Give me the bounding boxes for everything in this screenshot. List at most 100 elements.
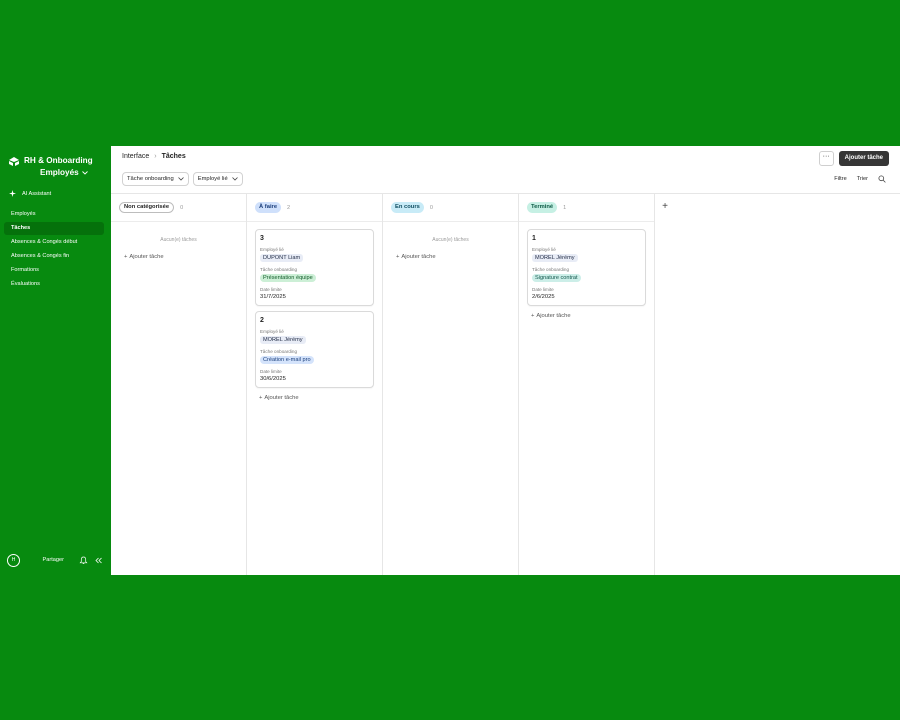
empty-state: Aucun(e) tâches	[160, 237, 197, 243]
due-date: 2/6/2025	[532, 294, 555, 300]
breadcrumb-separator-icon: ›	[154, 153, 157, 160]
app-window: RH & Onboarding Employés AI Assistant Em…	[0, 146, 900, 575]
view-actions: Filtre Trier	[834, 175, 886, 183]
add-column-button[interactable]: +	[655, 194, 675, 575]
breadcrumb: Interface › Tâches	[122, 153, 186, 160]
filter-button[interactable]: Filtre	[834, 176, 846, 182]
column-done: Terminé 1 1 Employé lié MOREL Jérémy Tâc…	[519, 194, 655, 575]
sidebar-item-absences-debut[interactable]: Absences & Congés début	[4, 236, 104, 249]
task-card[interactable]: 3 Employé lié DUPONT Liam Tâche onboardi…	[255, 229, 374, 306]
ai-assistant-label: AI Assistant	[22, 190, 52, 197]
plus-icon: +	[124, 254, 128, 260]
plus-icon: +	[396, 254, 400, 260]
card-list: 1 Employé lié MOREL Jérémy Tâche onboard…	[519, 222, 654, 319]
status-badge: En cours	[391, 202, 424, 213]
field-label: Date limite	[260, 369, 282, 374]
table-selector[interactable]: Employés	[24, 167, 93, 179]
status-badge: À faire	[255, 202, 282, 213]
chevron-down-icon	[231, 177, 238, 181]
page-title: Tâches	[161, 153, 186, 160]
sidebar-footer: H Partager	[7, 553, 103, 567]
column-count: 0	[180, 204, 184, 211]
task-card[interactable]: 1 Employé lié MOREL Jérémy Tâche onboard…	[527, 229, 646, 306]
add-task-link[interactable]: + Ajouter tâche	[383, 254, 518, 260]
main-content: Interface › Tâches ··· Ajouter tâche Tâc…	[111, 146, 900, 575]
sidebar-nav: Employés Tâches Absences & Congés début …	[4, 208, 104, 292]
plus-icon: +	[259, 395, 263, 401]
field-label: Tâche onboarding	[260, 349, 298, 354]
column-header: Non catégorisée 0	[111, 194, 246, 222]
add-task-label: Ajouter tâche	[264, 395, 299, 401]
filter-task-onboarding[interactable]: Tâche onboarding	[122, 172, 189, 186]
status-badge: Terminé	[527, 202, 558, 213]
employee-chip: MOREL Jérémy	[532, 254, 578, 262]
field-label: Employé lié	[260, 329, 284, 334]
sidebar-item-absences-fin[interactable]: Absences & Congés fin	[4, 250, 104, 263]
table-name: Employés	[40, 168, 79, 177]
bell-icon[interactable]	[79, 556, 88, 565]
add-task-button[interactable]: Ajouter tâche	[838, 151, 889, 166]
filter-label: Employé lié	[197, 176, 228, 182]
column-todo: À faire 2 3 Employé lié DUPONT Liam Tâch…	[247, 194, 383, 575]
chevron-down-icon	[81, 171, 88, 175]
breadcrumb-root[interactable]: Interface	[122, 153, 149, 160]
card-list: 3 Employé lié DUPONT Liam Tâche onboardi…	[247, 222, 382, 401]
employee-chip: DUPONT Liam	[260, 254, 304, 262]
collapse-icon[interactable]	[94, 556, 103, 565]
add-task-label: Ajouter tâche	[536, 313, 571, 319]
column-header: À faire 2	[247, 194, 382, 222]
sidebar: RH & Onboarding Employés AI Assistant Em…	[0, 146, 111, 575]
add-task-link[interactable]: + Ajouter tâche	[527, 313, 646, 319]
add-task-label: Ajouter tâche	[401, 254, 436, 260]
task-chip: Signature contrat	[532, 274, 581, 282]
column-header: En cours 0	[383, 194, 518, 222]
empty-state: Aucun(e) tâches	[432, 237, 469, 243]
logo-icon	[9, 157, 19, 166]
kanban-board: Non catégorisée 0 Aucun(e) tâches + Ajou…	[111, 193, 900, 575]
field-label: Date limite	[260, 287, 282, 292]
due-date: 30/6/2025	[260, 376, 286, 382]
card-title: 3	[260, 235, 264, 242]
field-label: Employé lié	[532, 247, 556, 252]
more-options-button[interactable]: ···	[818, 151, 834, 166]
ai-assistant-button[interactable]: AI Assistant	[9, 190, 51, 197]
task-card[interactable]: 2 Employé lié MOREL Jérémy Tâche onboard…	[255, 311, 374, 388]
card-title: 2	[260, 317, 264, 324]
chevron-down-icon	[177, 177, 184, 181]
column-header: Terminé 1	[519, 194, 654, 222]
add-task-label: Ajouter tâche	[129, 254, 164, 260]
share-button[interactable]: Partager	[43, 557, 64, 563]
sidebar-item-formations[interactable]: Formations	[4, 264, 104, 277]
column-uncategorized: Non catégorisée 0 Aucun(e) tâches + Ajou…	[111, 194, 247, 575]
plus-icon: +	[531, 313, 535, 319]
task-chip: Présentation équipe	[260, 274, 316, 282]
column-count: 1	[563, 204, 567, 211]
search-icon[interactable]	[878, 175, 886, 183]
task-chip: Création e-mail pro	[260, 356, 314, 364]
filter-employee[interactable]: Employé lié	[192, 172, 243, 186]
sidebar-item-employes[interactable]: Employés	[4, 208, 104, 221]
sort-button[interactable]: Trier	[857, 176, 868, 182]
field-label: Employé lié	[260, 247, 284, 252]
add-task-link[interactable]: + Ajouter tâche	[255, 395, 374, 401]
field-label: Tâche onboarding	[260, 267, 298, 272]
base-header[interactable]: RH & Onboarding Employés	[8, 155, 93, 179]
status-badge: Non catégorisée	[119, 202, 175, 213]
sidebar-item-evaluations[interactable]: Évaluations	[4, 278, 104, 291]
filter-bar: Tâche onboarding Employé lié	[122, 172, 243, 186]
due-date: 31/7/2025	[260, 294, 286, 300]
field-label: Tâche onboarding	[532, 267, 570, 272]
card-title: 1	[532, 235, 536, 242]
column-count: 0	[429, 204, 433, 211]
base-name: RH & Onboarding	[24, 156, 93, 165]
sparkle-icon	[9, 190, 16, 197]
add-task-link[interactable]: + Ajouter tâche	[111, 254, 246, 260]
sidebar-item-taches[interactable]: Tâches	[4, 222, 104, 235]
column-count: 2	[287, 204, 291, 211]
column-in-progress: En cours 0 Aucun(e) tâches + Ajouter tâc…	[383, 194, 519, 575]
avatar[interactable]: H	[7, 553, 20, 567]
filter-label: Tâche onboarding	[127, 176, 174, 182]
field-label: Date limite	[532, 287, 554, 292]
employee-chip: MOREL Jérémy	[260, 336, 306, 344]
header-actions: ··· Ajouter tâche	[818, 151, 889, 166]
